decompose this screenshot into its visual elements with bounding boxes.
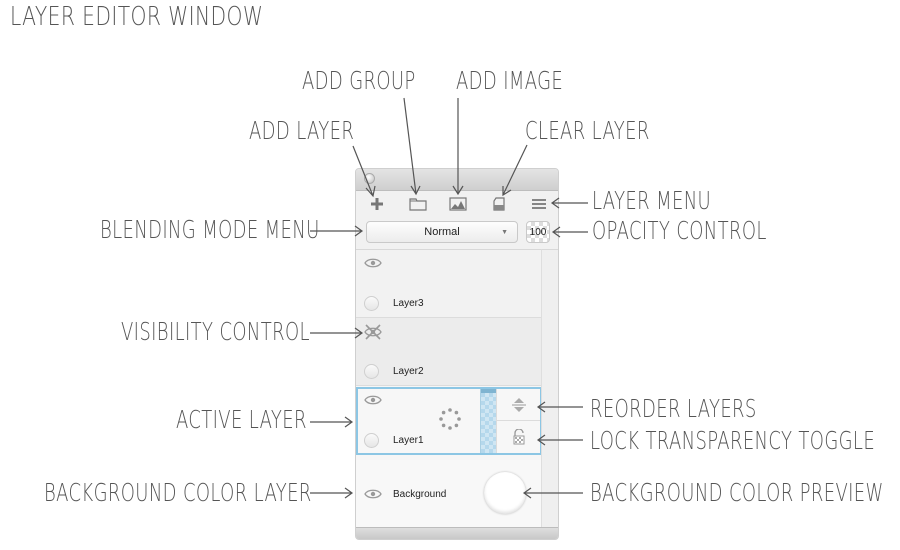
folder-icon	[408, 198, 427, 211]
annotation-layer-menu: Layer Menu	[592, 186, 712, 215]
layer-drag-handle[interactable]	[480, 389, 497, 453]
annotation-lock-transparency-toggle: Lock Transparency Toggle	[590, 426, 876, 455]
annotation-add-layer: Add Layer	[249, 116, 355, 145]
window-footer	[356, 527, 558, 539]
background-layer-name: Background	[393, 489, 447, 500]
annotation-background-color-preview: Background Color Preview	[590, 478, 884, 507]
arrow-bg-layer	[310, 487, 354, 499]
background-layer-row[interactable]: Background	[356, 460, 542, 528]
layer-select-radio[interactable]	[364, 433, 379, 448]
lock-open-icon	[513, 429, 524, 445]
layer-menu-button[interactable]	[528, 193, 550, 215]
layer-list-scrollbar[interactable]	[541, 249, 558, 529]
layer-select-radio[interactable]	[364, 296, 379, 311]
annotation-active-layer: Active Layer	[176, 405, 307, 434]
eye-icon[interactable]	[364, 257, 382, 269]
chevron-down-icon: ▼	[501, 229, 508, 236]
clear-layer-icon	[492, 197, 505, 211]
clear-layer-button[interactable]	[488, 193, 510, 215]
eye-hidden-icon[interactable]	[364, 324, 382, 340]
toolbar	[356, 191, 558, 217]
blending-mode-value: Normal	[424, 226, 460, 238]
annotation-clear-layer: Clear Layer	[525, 116, 650, 145]
lock-transparency-toggle[interactable]	[497, 421, 540, 453]
layer-select-radio[interactable]	[364, 364, 379, 379]
menu-icon	[532, 199, 546, 209]
layer-editor-window: Normal ▼ 100 Layer3 Layer2 Layer1 Backgr…	[355, 168, 559, 540]
layer-row[interactable]: Layer2	[356, 318, 542, 386]
annotation-background-color-layer: Background Color Layer	[44, 478, 312, 507]
reorder-arrows-icon	[511, 397, 526, 412]
eye-icon[interactable]	[364, 488, 382, 500]
add-layer-button[interactable]	[366, 193, 388, 215]
layer-name: Layer3	[393, 298, 424, 309]
blend-row: Normal ▼ 100	[356, 217, 558, 247]
window-titlebar[interactable]	[356, 169, 558, 191]
plus-icon	[371, 198, 383, 210]
eye-icon[interactable]	[364, 394, 382, 406]
loading-spinner-icon	[439, 408, 461, 430]
layer-row[interactable]: Layer3	[356, 250, 542, 318]
layer-row-active[interactable]: Layer1	[356, 387, 542, 455]
annotation-add-image: Add Image	[456, 66, 564, 95]
add-group-button[interactable]	[407, 193, 429, 215]
layer-side-tools	[496, 389, 540, 453]
add-image-button[interactable]	[447, 193, 469, 215]
layer-name: Layer1	[393, 435, 424, 446]
close-button[interactable]	[364, 173, 375, 184]
annotation-opacity-control: Opacity Control	[592, 216, 767, 245]
opacity-control[interactable]: 100	[526, 221, 550, 243]
blending-mode-select[interactable]: Normal ▼	[366, 221, 518, 243]
reorder-layers-button[interactable]	[497, 389, 540, 421]
drag-handle-cap	[481, 389, 497, 393]
diagram-title: Layer Editor Window	[10, 2, 264, 32]
annotation-reorder-layers: Reorder Layers	[590, 394, 757, 423]
layer-name: Layer2	[393, 366, 424, 377]
background-color-preview[interactable]	[484, 472, 526, 514]
arrow-active-layer	[310, 416, 354, 428]
layer-list: Layer3 Layer2 Layer1 Background	[356, 249, 542, 529]
annotation-add-group: Add Group	[302, 66, 416, 95]
image-icon	[449, 197, 467, 211]
annotation-blending-mode-menu: Blending Mode Menu	[100, 215, 320, 244]
annotation-visibility-control: Visibility Control	[121, 317, 310, 346]
